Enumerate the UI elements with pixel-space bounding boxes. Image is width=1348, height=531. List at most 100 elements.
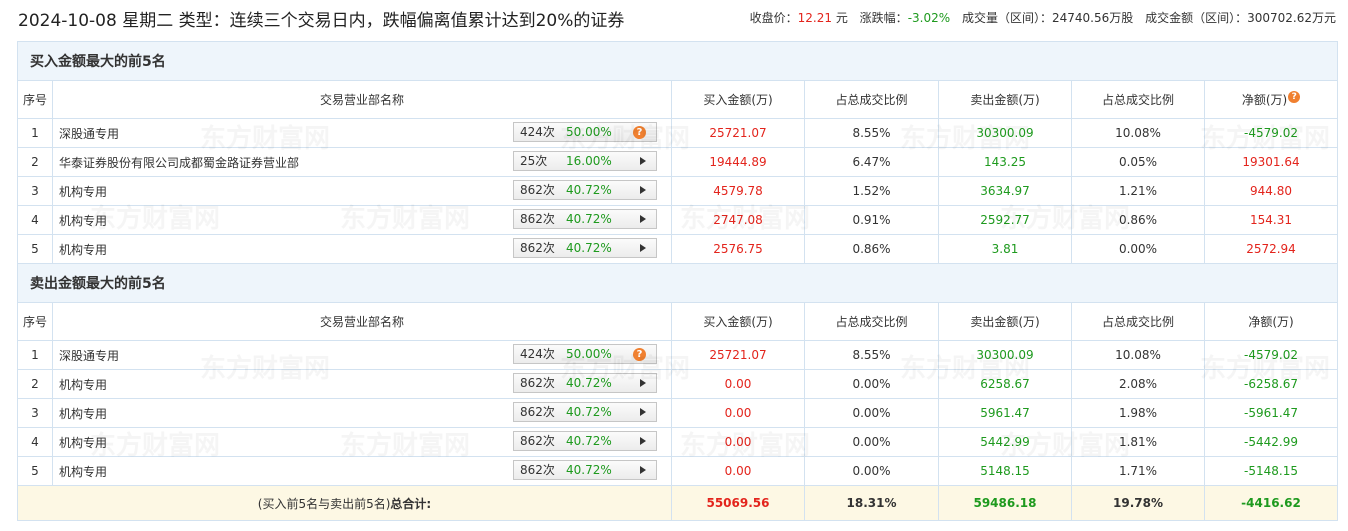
column-header-seq: 序号	[17, 302, 53, 341]
column-header-label: 交易营业部名称	[319, 93, 404, 107]
column-header-label: 买入金额(万)	[703, 315, 773, 329]
branch-stats-button[interactable]: 862次 40.72%	[513, 238, 657, 258]
branch-rate: 40.72%	[566, 376, 612, 390]
row-sell-amount: 5961.47	[938, 398, 1072, 428]
dragon-tiger-table: 买入金额最大的前5名 序号 交易营业部名称 买入金额(万) 占总成交比例 卖出金额(万) 占…	[17, 41, 1338, 521]
table-row: 5 机构专用 862次 40.72% 0.00 0.00% 5148.15 1.71% -514…	[17, 456, 1338, 486]
change-label: 涨跌幅：	[859, 11, 908, 25]
row-buy-amount: 2576.75	[671, 234, 805, 264]
branch-stats-button[interactable]: 424次 50.00%?	[513, 344, 657, 364]
column-header-name: 交易营业部名称	[52, 80, 672, 119]
row-sell-amount: 6258.67	[938, 369, 1072, 399]
row-sell-amount: 3.81	[938, 234, 1072, 264]
table-row: 2 机构专用 862次 40.72% 0.00 0.00% 6258.67 2.08% -625…	[17, 369, 1338, 399]
column-header-buy-ratio: 占总成交比例	[804, 302, 939, 341]
row-net-amount: -4579.02	[1204, 340, 1338, 370]
column-header-label: 卖出金额(万)	[970, 93, 1040, 107]
row-net-amount: -6258.67	[1204, 369, 1338, 399]
play-arrow-icon	[640, 379, 646, 387]
column-header-label: 占总成交比例	[1101, 315, 1174, 329]
row-sell-ratio: 10.08%	[1071, 118, 1205, 148]
row-buy-amount: 0.00	[671, 427, 805, 457]
section-title: 买入金额最大的前5名	[17, 41, 1338, 81]
row-buy-ratio: 0.00%	[804, 456, 939, 486]
branch-name-link[interactable]: 机构专用	[59, 405, 107, 422]
row-seq: 4	[17, 427, 53, 457]
total-label: (买入前5名与卖出前5名)总合计:	[17, 485, 672, 521]
branch-name-link[interactable]: 机构专用	[59, 434, 107, 451]
column-header-label: 买入金额(万)	[703, 93, 773, 107]
column-header-label: 净额(万)	[1248, 315, 1294, 329]
question-icon[interactable]: ?	[633, 126, 646, 139]
branch-rate: 40.72%	[566, 405, 612, 419]
branch-rate: 40.72%	[566, 241, 612, 255]
total-buy: 55069.56	[671, 485, 805, 521]
table-row: 3 机构专用 862次 40.72% 4579.78 1.52% 3634.97 1.21% 9…	[17, 176, 1338, 206]
column-header-row: 序号 交易营业部名称 买入金额(万) 占总成交比例 卖出金额(万) 占总成交比例 净额(万)	[17, 302, 1338, 341]
branch-stats-button[interactable]: 25次 16.00%	[513, 151, 657, 171]
row-sell-amount: 143.25	[938, 147, 1072, 177]
buy-section-title-row: 买入金额最大的前5名	[17, 41, 1338, 81]
total-buy-ratio: 18.31%	[804, 485, 939, 521]
branch-stats-button[interactable]: 862次 40.72%	[513, 431, 657, 451]
total-label-bold: 总合计:	[390, 496, 432, 511]
row-seq: 5	[17, 234, 53, 264]
row-branch-cell: 机构专用 862次 40.72%	[52, 456, 672, 486]
branch-stats-button[interactable]: 424次 50.00%?	[513, 122, 657, 142]
column-header-buy-ratio: 占总成交比例	[804, 80, 939, 119]
branch-name-link[interactable]: 华泰证券股份有限公司成都蜀金路证券营业部	[59, 154, 299, 171]
branch-name-link[interactable]: 机构专用	[59, 463, 107, 480]
row-buy-amount: 0.00	[671, 398, 805, 428]
branch-stats-button[interactable]: 862次 40.72%	[513, 402, 657, 422]
branch-count: 862次	[520, 241, 555, 255]
page-header: 2024-10-08 星期二 类型：连续三个交易日内，跌幅偏离值累计达到20%的…	[0, 0, 1348, 36]
row-buy-ratio: 0.00%	[804, 427, 939, 457]
branch-stats-button[interactable]: 862次 40.72%	[513, 460, 657, 480]
branch-count: 424次	[520, 125, 555, 139]
row-sell-amount: 5148.15	[938, 456, 1072, 486]
branch-count: 862次	[520, 434, 555, 448]
row-net-amount: -5961.47	[1204, 398, 1338, 428]
branch-count: 424次	[520, 347, 555, 361]
column-header-label: 占总成交比例	[835, 93, 908, 107]
column-header-name: 交易营业部名称	[52, 302, 672, 341]
branch-stats-button[interactable]: 862次 40.72%	[513, 180, 657, 200]
row-sell-amount: 30300.09	[938, 118, 1072, 148]
branch-name-link[interactable]: 深股通专用	[59, 347, 119, 364]
column-header-net: 净额(万)	[1204, 302, 1338, 341]
row-sell-ratio: 1.98%	[1071, 398, 1205, 428]
branch-stats-button[interactable]: 862次 40.72%	[513, 373, 657, 393]
total-sell-ratio: 19.78%	[1071, 485, 1205, 521]
branch-rate: 16.00%	[566, 154, 612, 168]
branch-name-link[interactable]: 机构专用	[59, 183, 107, 200]
table-row: 4 机构专用 862次 40.72% 2747.08 0.91% 2592.77 0.86% 1…	[17, 205, 1338, 235]
row-sell-amount: 5442.99	[938, 427, 1072, 457]
row-branch-cell: 机构专用 862次 40.72%	[52, 234, 672, 264]
column-header-label: 占总成交比例	[835, 315, 908, 329]
volume-label: 成交量（区间）：	[961, 11, 1052, 25]
row-seq: 3	[17, 176, 53, 206]
play-arrow-icon	[640, 244, 646, 252]
close-price-value: 12.21	[797, 11, 832, 25]
column-header-label: 卖出金额(万)	[970, 315, 1040, 329]
help-icon[interactable]: ?	[1288, 91, 1301, 103]
play-arrow-icon	[640, 157, 646, 165]
row-net-amount: -5442.99	[1204, 427, 1338, 457]
branch-name-link[interactable]: 深股通专用	[59, 125, 119, 142]
row-buy-ratio: 8.55%	[804, 340, 939, 370]
branch-rate: 40.72%	[566, 183, 612, 197]
branch-name-link[interactable]: 机构专用	[59, 241, 107, 258]
column-header-net: 净额(万)?	[1204, 80, 1338, 119]
stock-stats: 收盘价：12.21 元 涨跌幅：-3.02% 成交量（区间）：24740.56万…	[750, 9, 1336, 26]
column-header-seq: 序号	[17, 80, 53, 119]
row-buy-ratio: 0.00%	[804, 398, 939, 428]
question-icon[interactable]: ?	[633, 348, 646, 361]
row-sell-ratio: 0.05%	[1071, 147, 1205, 177]
branch-name-link[interactable]: 机构专用	[59, 376, 107, 393]
row-sell-amount: 2592.77	[938, 205, 1072, 235]
section-title: 卖出金额最大的前5名	[17, 263, 1338, 303]
branch-stats-button[interactable]: 862次 40.72%	[513, 209, 657, 229]
sell-section-title-row: 卖出金额最大的前5名	[17, 263, 1338, 303]
branch-name-link[interactable]: 机构专用	[59, 212, 107, 229]
row-sell-ratio: 1.81%	[1071, 427, 1205, 457]
